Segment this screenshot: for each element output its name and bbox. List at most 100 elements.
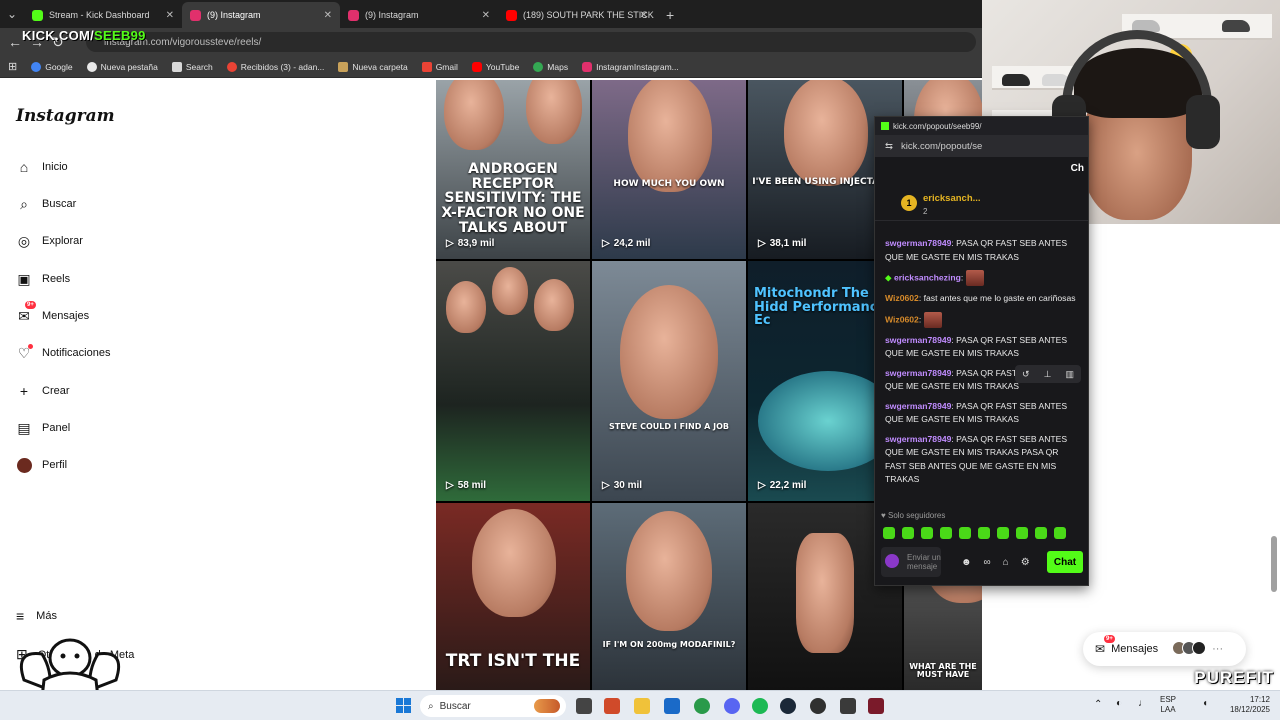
back-icon[interactable]: ←	[8, 34, 22, 50]
store-icon[interactable]	[664, 698, 680, 714]
apps-icon[interactable]: ⊞	[8, 60, 17, 73]
volume-icon[interactable]: ◖	[1202, 699, 1208, 709]
close-tab-icon[interactable]: ✕	[166, 10, 174, 21]
send-chat-button[interactable]: Chat	[1047, 551, 1083, 573]
bookmark-nueva-pestana[interactable]: Nueva pestaña	[86, 61, 158, 72]
messages-badge: 9+	[25, 301, 36, 309]
gmail-icon	[421, 61, 432, 72]
globe-icon	[86, 61, 97, 72]
reel-tile[interactable]: HOW MUCH YOU OWN ▷ 24,2 mil	[592, 80, 746, 259]
scrollbar-thumb[interactable]	[1271, 536, 1277, 592]
emote-icon[interactable]	[940, 527, 952, 539]
nav-reels[interactable]: ▣ Reels	[16, 267, 70, 291]
mic-icon[interactable]	[885, 554, 899, 568]
chat-username[interactable]: swgerman78949	[885, 401, 951, 411]
chat-username[interactable]: swgerman78949	[885, 335, 951, 345]
taskbar-search[interactable]: ⌕ Buscar	[420, 695, 566, 717]
bookmark-recibidos[interactable]: Recibidos (3) - adan...	[226, 61, 324, 72]
popout-url: kick.com/popout/se	[900, 140, 983, 152]
infinity-icon[interactable]: ∞	[984, 557, 991, 568]
chat-message: swgerman78949: PASA QR FAST SEB ANTES QU…	[885, 334, 1078, 361]
emote-icon[interactable]	[902, 527, 914, 539]
emote-icon[interactable]	[1035, 527, 1047, 539]
chat-username[interactable]: ericksanchezing	[894, 272, 961, 282]
close-tab-icon[interactable]: ✕	[482, 10, 490, 21]
search-icon: ⌕	[428, 700, 434, 712]
emote-icon[interactable]	[959, 527, 971, 539]
nav-inicio[interactable]: ⌂ Inicio	[16, 155, 68, 179]
close-tab-icon[interactable]: ✕	[324, 10, 332, 21]
gear-icon[interactable]: ⚙	[1021, 557, 1030, 568]
emote-icon[interactable]	[883, 527, 895, 539]
reply-icon[interactable]: ↺	[1022, 369, 1030, 380]
discord-icon[interactable]	[724, 698, 740, 714]
clock[interactable]: 17:12 18/12/2025	[1222, 695, 1270, 715]
spotify-icon[interactable]	[752, 698, 768, 714]
nav-buscar[interactable]: ⌕ Buscar	[16, 192, 76, 216]
pin-icon[interactable]: ⊥	[1044, 369, 1052, 380]
steam-icon[interactable]	[780, 698, 796, 714]
tab-list-icon[interactable]: ⌄	[0, 0, 24, 28]
chat-username[interactable]: swgerman78949	[885, 368, 951, 378]
nav-crear[interactable]: + Crear	[16, 379, 70, 403]
emote-icon[interactable]	[1016, 527, 1028, 539]
reel-tile[interactable]: TRT ISN'T THE	[436, 503, 590, 690]
new-tab-button[interactable]: +	[656, 2, 684, 28]
nav-perfil[interactable]: Perfil	[16, 453, 67, 477]
heart-icon: ♡	[16, 344, 33, 361]
emote-icon[interactable]	[978, 527, 990, 539]
tab-kick-dashboard[interactable]: Stream - Kick Dashboard ✕	[24, 2, 182, 28]
bookmark-maps[interactable]: Maps	[533, 61, 568, 72]
app-icon[interactable]	[604, 698, 620, 714]
tray-chevron-icon[interactable]: ⌃	[1094, 700, 1102, 710]
reel-tile[interactable]: STEVE COULD I FIND A JOB ▷ 30 mil	[592, 261, 746, 501]
overlay-name: SEEB99	[94, 28, 146, 43]
mic-icon[interactable]: ♩	[1138, 699, 1148, 709]
reel-tile[interactable]: IF I'M ON 200mg MODAFINIL?	[592, 503, 746, 690]
chat-username[interactable]: Wiz0602	[885, 293, 919, 303]
store-icon[interactable]: ⌂	[1003, 557, 1009, 568]
nav-notificaciones[interactable]: ♡ Notificaciones	[16, 341, 110, 365]
reel-tile[interactable]: ANDROGEN RECEPTOR SENSITIVITY: THE X-FAC…	[436, 80, 590, 259]
url-field[interactable]: instagram.com/vigoroussteve/reels/	[86, 32, 976, 52]
app-icon[interactable]	[840, 698, 856, 714]
network-icon[interactable]: ◐	[1116, 699, 1122, 709]
messenger-icon: ✉ 9+	[1095, 635, 1115, 656]
nav-explorar[interactable]: ◎ Explorar	[16, 229, 83, 253]
bookmark-gmail[interactable]: Gmail	[421, 61, 458, 72]
bookmark-search[interactable]: Search	[171, 61, 213, 72]
file-explorer-icon[interactable]	[634, 698, 650, 714]
emote-icon[interactable]	[997, 527, 1009, 539]
task-view-icon[interactable]	[576, 698, 592, 714]
bookmark-instagram[interactable]: InstagramInstagram...	[582, 61, 679, 72]
emote-icon[interactable]	[921, 527, 933, 539]
close-tab-icon[interactable]: ✕	[640, 10, 648, 21]
search-icon	[171, 61, 182, 72]
messages-floating-button[interactable]: ✉ 9+ Mensajes ···	[1083, 632, 1246, 666]
popout-url-bar[interactable]: ⇆ kick.com/popout/se	[875, 135, 1088, 157]
reel-tile[interactable]: ▷ 58 mil	[436, 261, 590, 501]
emote-icon[interactable]	[1054, 527, 1066, 539]
delete-icon[interactable]: ▥	[1065, 369, 1074, 380]
chat-username[interactable]: swgerman78949	[885, 434, 951, 444]
emote-picker-icon[interactable]: ☻	[961, 557, 972, 568]
tab-youtube[interactable]: (189) SOUTH PARK THE STICK O ✕	[498, 2, 656, 28]
language-indicator[interactable]: ESP LAA	[1160, 695, 1176, 715]
top-user[interactable]: ericksanch...	[923, 193, 981, 204]
app-icon[interactable]	[868, 698, 884, 714]
tab-instagram-active[interactable]: (9) Instagram ✕	[182, 2, 340, 28]
instagram-logo[interactable]: Instagram	[16, 106, 115, 126]
bookmark-google[interactable]: Google	[31, 61, 73, 72]
site-settings-icon[interactable]: ⇆	[885, 141, 893, 152]
bookmark-youtube[interactable]: YouTube	[471, 61, 519, 72]
chrome-icon[interactable]	[694, 698, 710, 714]
windows-start-icon[interactable]	[396, 698, 412, 714]
nav-mensajes[interactable]: ✉ 9+ Mensajes	[16, 301, 89, 328]
chat-username[interactable]: Wiz0602	[885, 314, 919, 324]
bookmark-nueva-carpeta[interactable]: Nueva carpeta	[338, 61, 408, 72]
chat-username[interactable]: swgerman78949	[885, 238, 951, 248]
obs-icon[interactable]	[810, 698, 826, 714]
nav-panel[interactable]: ▤ Panel	[16, 416, 70, 440]
tab-instagram[interactable]: (9) Instagram ✕	[340, 2, 498, 28]
shoe-image	[1222, 20, 1250, 32]
